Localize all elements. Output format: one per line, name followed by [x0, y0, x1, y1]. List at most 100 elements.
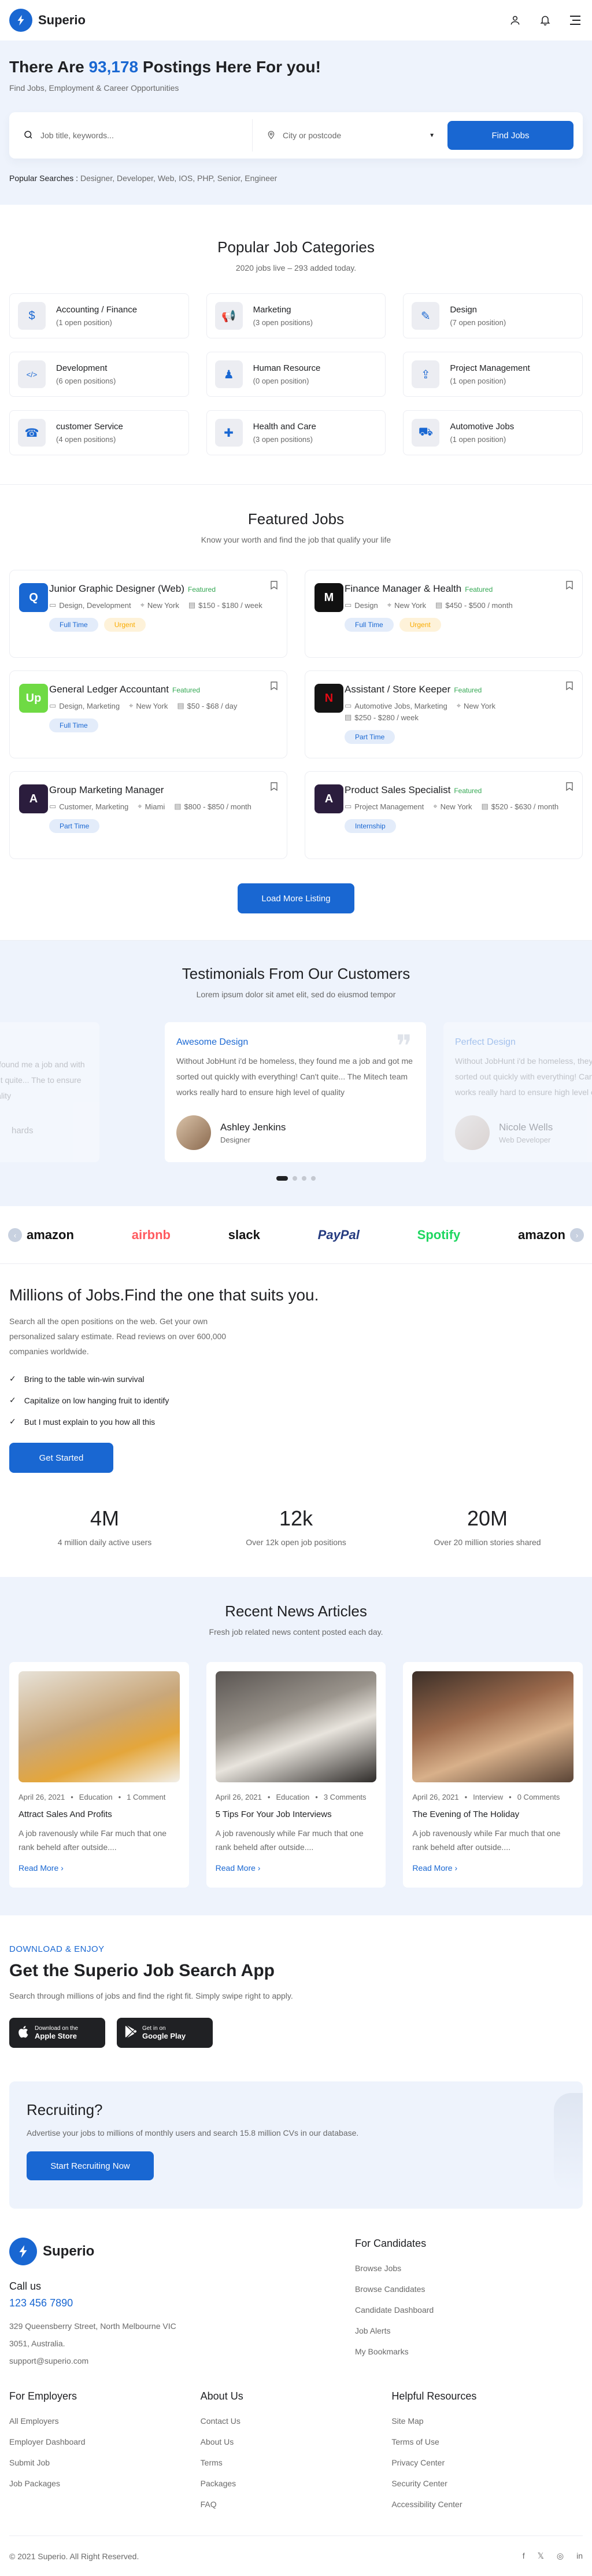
avatar	[455, 1115, 490, 1150]
user-icon[interactable]	[508, 13, 523, 28]
job-card[interactable]: A Group Marketing Manager ▭ Customer, Marke…	[9, 771, 287, 859]
phone-link[interactable]: 123 456 7890	[9, 2297, 333, 2309]
carousel-dot[interactable]	[293, 1176, 297, 1181]
popular-terms[interactable]: Designer, Developer, Web, IOS, PHP, Seni…	[80, 174, 277, 183]
news-card[interactable]: April 26, 2021 • Interview • 0 Comments The E…	[403, 1662, 583, 1888]
start-recruiting-button[interactable]: Start Recruiting Now	[27, 2151, 154, 2180]
bookmark-icon[interactable]	[566, 581, 573, 591]
footer-link[interactable]: Submit Job	[9, 2458, 201, 2467]
footer-link[interactable]: Packages	[201, 2479, 392, 2488]
category-card[interactable]: </> Development (6 open positions)	[9, 352, 189, 397]
footer-link[interactable]: Security Center	[391, 2479, 583, 2488]
brand-logo-amazon[interactable]: amazon	[518, 1228, 565, 1243]
footer-link[interactable]: Job Packages	[9, 2479, 201, 2488]
footer-link[interactable]: Accessibility Center	[391, 2500, 583, 2509]
job-card[interactable]: A Product Sales Specialist Featured ▭ Projec…	[305, 771, 583, 859]
job-title[interactable]: Junior Graphic Designer (Web) Featured	[49, 583, 278, 595]
brand-logo-amazon[interactable]: amazon	[27, 1228, 74, 1243]
testimonial-carousel[interactable]: homeless, they found me a job and with e…	[0, 1022, 592, 1163]
job-title[interactable]: Group Marketing Manager	[49, 784, 278, 796]
footer-link[interactable]: Browse Candidates	[355, 2284, 583, 2294]
benefit-list: ✓ Bring to the table win-win survival ✓ Cap…	[9, 1374, 583, 1427]
carousel-dot[interactable]	[302, 1176, 306, 1181]
bookmark-icon[interactable]	[566, 681, 573, 692]
category-card[interactable]: $ Accounting / Finance (1 open position)	[9, 293, 189, 338]
category-card[interactable]: ✚ Health and Care (3 open positions)	[206, 410, 386, 455]
menu-icon[interactable]	[568, 13, 583, 28]
bell-icon[interactable]	[538, 13, 553, 28]
app-download-section: DOWNLOAD & ENJOY Get the Superio Job Sea…	[0, 1915, 592, 2071]
job-title[interactable]: Product Sales Specialist Featured	[345, 784, 573, 796]
job-title[interactable]: General Ledger Accountant Featured	[49, 684, 278, 695]
news-card[interactable]: April 26, 2021 • Education • 3 Comments 5 Tip…	[206, 1662, 386, 1888]
brand-logo-spotify[interactable]: Spotify	[417, 1228, 461, 1243]
briefcase-icon: ▭	[49, 701, 57, 710]
category-card[interactable]: 📢 Marketing (3 open positions)	[206, 293, 386, 338]
apple-store-button[interactable]: Download on the Apple Store	[9, 2018, 105, 2048]
job-title[interactable]: Finance Manager & Health Featured	[345, 583, 573, 595]
news-title[interactable]: 5 Tips For Your Job Interviews	[216, 1810, 377, 1819]
carousel-dot[interactable]	[311, 1176, 316, 1181]
footer-link[interactable]: My Bookmarks	[355, 2347, 583, 2356]
job-search-form: Job title, keywords... City or postcode …	[9, 112, 583, 159]
briefcase-icon: ▭	[49, 600, 57, 609]
bookmark-icon[interactable]	[566, 782, 573, 793]
read-more-link[interactable]: Read More ›	[18, 1863, 180, 1873]
job-card[interactable]: M Finance Manager & Health Featured ▭ Design…	[305, 570, 583, 658]
footer-link[interactable]: Contact Us	[201, 2416, 392, 2426]
footer-link[interactable]: Privacy Center	[391, 2458, 583, 2467]
twitter-icon[interactable]: 𝕏	[538, 2551, 544, 2561]
news-image[interactable]	[215, 1671, 377, 1782]
featured-label: Featured	[172, 686, 201, 694]
brand-logo-slack[interactable]: slack	[228, 1228, 260, 1243]
footer-link[interactable]: Browse Jobs	[355, 2264, 583, 2273]
brand-logo-airbnb[interactable]: airbnb	[132, 1228, 171, 1243]
linkedin-icon[interactable]: in	[576, 2551, 583, 2561]
news-title[interactable]: The Evening of The Holiday	[412, 1810, 574, 1819]
carousel-dot[interactable]	[276, 1176, 288, 1181]
news-title[interactable]: Attract Sales And Profits	[18, 1810, 180, 1819]
category-card[interactable]: ⇪ Project Management (1 open position)	[403, 352, 583, 397]
category-card[interactable]: ✎ Design (7 open position)	[403, 293, 583, 338]
category-card[interactable]: ⛟ Automotive Jobs (1 open position)	[403, 410, 583, 455]
find-jobs-button[interactable]: Find Jobs	[447, 121, 574, 150]
news-card[interactable]: April 26, 2021 • Education • 1 Comment Attrac…	[9, 1662, 189, 1888]
category-grid: $ Accounting / Finance (1 open position) 📢 M…	[9, 293, 583, 455]
footer-brand[interactable]: Superio	[9, 2238, 333, 2265]
google-play-button[interactable]: Get in on Google Play	[117, 2018, 213, 2048]
featured-label: Featured	[454, 686, 482, 694]
footer-link[interactable]: FAQ	[201, 2500, 392, 2509]
job-card[interactable]: N Assistant / Store Keeper Featured ▭ Automo…	[305, 670, 583, 758]
job-card[interactable]: Up General Ledger Accountant Featured ▭ Desi…	[9, 670, 287, 758]
news-image[interactable]	[18, 1671, 180, 1782]
footer-link[interactable]: Job Alerts	[355, 2326, 583, 2335]
footer-link[interactable]: About Us	[201, 2437, 392, 2446]
job-title[interactable]: Assistant / Store Keeper Featured	[345, 684, 573, 695]
get-started-button[interactable]: Get Started	[9, 1443, 113, 1473]
bookmark-icon[interactable]	[271, 782, 278, 793]
bookmark-icon[interactable]	[271, 681, 278, 692]
email-link[interactable]: support@superio.com	[9, 2352, 333, 2369]
read-more-link[interactable]: Read More ›	[412, 1863, 574, 1873]
chevron-left-icon[interactable]: ‹	[8, 1228, 22, 1242]
footer-link[interactable]: Terms	[201, 2458, 392, 2467]
bookmark-icon[interactable]	[271, 581, 278, 591]
job-card[interactable]: Q Junior Graphic Designer (Web) Featured ▭ D…	[9, 570, 287, 658]
footer-link[interactable]: Terms of Use	[391, 2437, 583, 2446]
footer-link[interactable]: Employer Dashboard	[9, 2437, 201, 2446]
category-card[interactable]: ♟ Human Resource (0 open position)	[206, 352, 386, 397]
brand[interactable]: Superio	[9, 9, 86, 32]
category-card[interactable]: ☎ customer Service (4 open positions)	[9, 410, 189, 455]
footer-link[interactable]: Site Map	[391, 2416, 583, 2426]
location-input[interactable]: City or postcode ▼	[253, 119, 446, 152]
brand-logo-paypal[interactable]: PayPal	[318, 1228, 360, 1243]
news-image[interactable]	[412, 1671, 574, 1782]
instagram-icon[interactable]: ◎	[557, 2551, 564, 2561]
footer-link[interactable]: Candidate Dashboard	[355, 2305, 583, 2315]
keyword-input[interactable]: Job title, keywords...	[18, 119, 253, 152]
facebook-icon[interactable]: f	[523, 2551, 525, 2561]
chevron-right-icon[interactable]: ›	[570, 1228, 584, 1242]
read-more-link[interactable]: Read More ›	[216, 1863, 377, 1873]
footer-link[interactable]: All Employers	[9, 2416, 201, 2426]
load-more-button[interactable]: Load More Listing	[238, 883, 354, 913]
